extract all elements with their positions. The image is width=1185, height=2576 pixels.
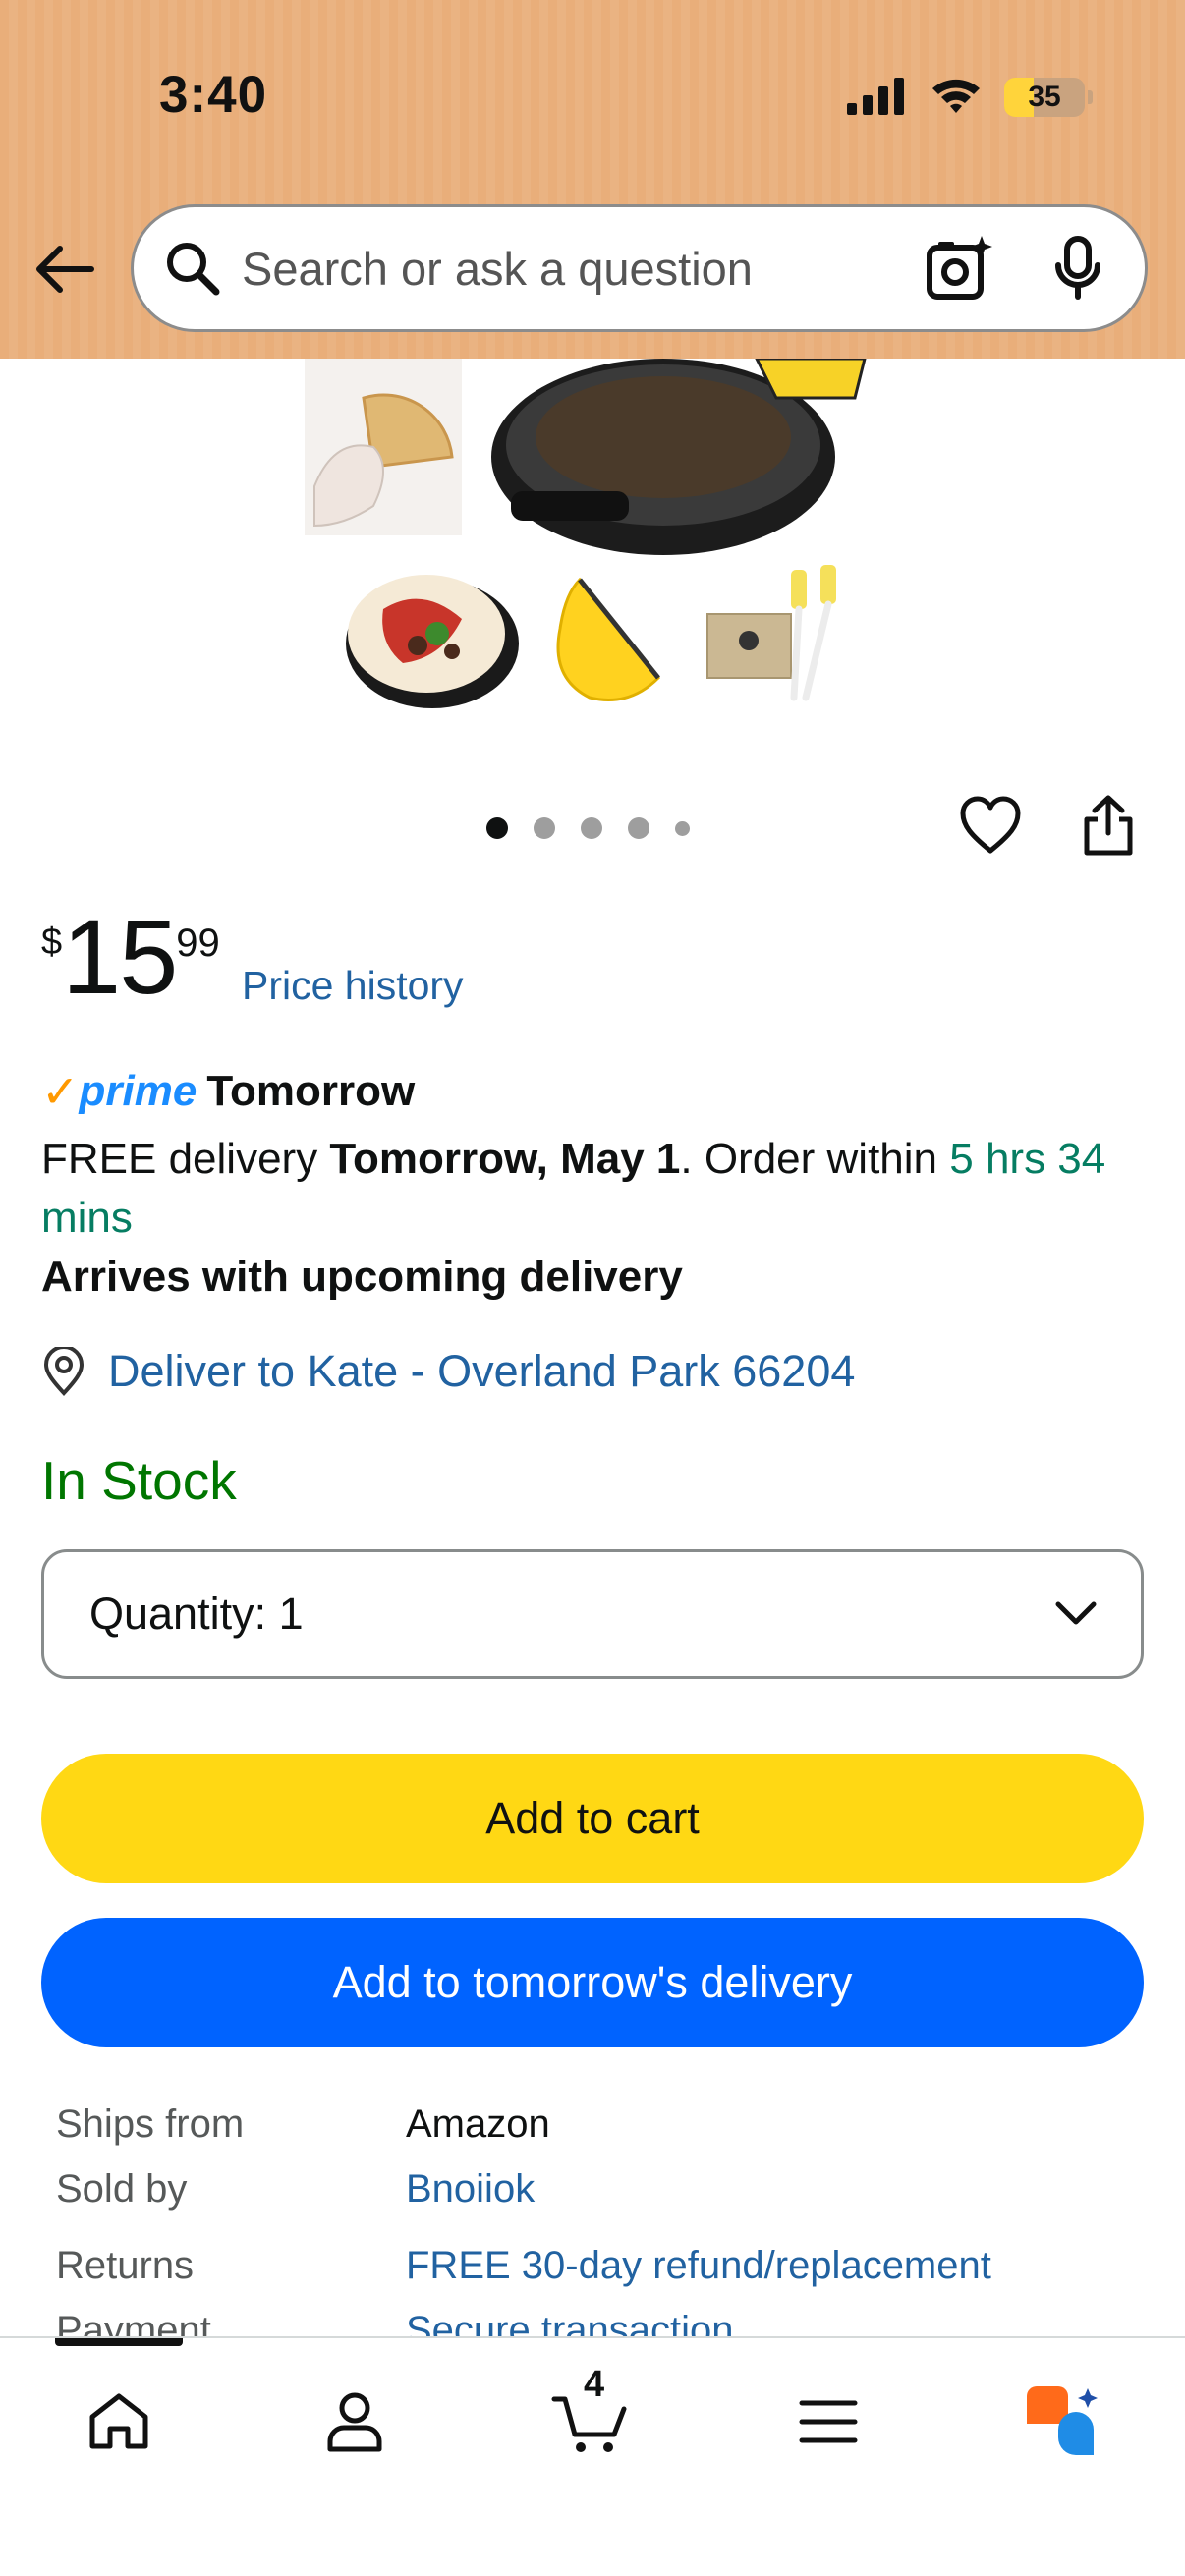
- nav-home[interactable]: [75, 2378, 163, 2466]
- add-to-tomorrow-delivery-button[interactable]: Add to tomorrow's delivery: [41, 1918, 1144, 2047]
- product-details-table: Ships from Amazon Sold by Bnoiiok Return…: [56, 2102, 1137, 2338]
- bottom-navigation: 4: [0, 2336, 1185, 2576]
- wifi-icon: [930, 76, 983, 120]
- active-tab-indicator: [55, 2338, 183, 2346]
- location-pin-icon: [41, 1346, 86, 1397]
- pagination-dot-4[interactable]: [628, 817, 649, 839]
- product-image-tortilla: [346, 575, 519, 708]
- delivery-date: Tomorrow, May 1: [329, 1135, 681, 1183]
- menu-icon: [799, 2400, 858, 2443]
- details-row-returns: Returns FREE 30-day refund/replacement: [56, 2244, 991, 2288]
- deliver-to-text[interactable]: Deliver to Kate - Overland Park 66204: [108, 1346, 855, 1397]
- camera-sparkle-icon[interactable]: [924, 233, 994, 304]
- pagination-dot-1[interactable]: [486, 817, 508, 839]
- product-image-accessories: [706, 565, 836, 701]
- status-icons: 35: [847, 71, 1093, 124]
- search-input[interactable]: Search or ask a question: [242, 242, 924, 296]
- details-key: Ships from: [56, 2102, 245, 2146]
- details-row-payment: Payment Secure transaction: [56, 2309, 734, 2338]
- cart-count-badge: 4: [584, 2364, 605, 2405]
- quantity-select[interactable]: Quantity: 1: [41, 1549, 1144, 1679]
- share-icon: [1084, 795, 1133, 856]
- back-button[interactable]: [29, 234, 100, 305]
- details-key: Sold by: [56, 2167, 188, 2211]
- share-button[interactable]: [1076, 791, 1141, 860]
- heart-icon: [960, 796, 1021, 854]
- add-to-cart-button[interactable]: Add to cart: [41, 1754, 1144, 1883]
- deliver-to-link[interactable]: Deliver to Kate - Overland Park 66204: [41, 1346, 855, 1397]
- pagination-dot-5[interactable]: [675, 820, 690, 836]
- nav-rufus[interactable]: [1018, 2378, 1106, 2466]
- image-pagination[interactable]: [486, 817, 690, 839]
- nav-menu[interactable]: [784, 2378, 873, 2466]
- price-history-link[interactable]: Price history: [242, 963, 464, 1009]
- chevron-down-icon: [1046, 1585, 1105, 1644]
- pagination-dot-3[interactable]: [581, 817, 602, 839]
- rufus-ai-icon: [1027, 2386, 1098, 2455]
- returns-link[interactable]: FREE 30-day refund/replacement: [406, 2244, 991, 2288]
- delivery-prefix: FREE delivery: [41, 1135, 330, 1183]
- microphone-icon[interactable]: [1048, 233, 1107, 304]
- product-image-empanada-hand: [305, 359, 462, 535]
- cellular-signal-icon: [847, 76, 908, 120]
- prime-check-icon: ✓: [41, 1066, 80, 1117]
- price-fraction: 99: [176, 922, 220, 965]
- arrives-note: Arrives with upcoming delivery: [41, 1253, 683, 1301]
- battery-level: 35: [1028, 81, 1061, 113]
- product-image-empanada-maker: [491, 359, 867, 555]
- prime-speed: Tomorrow: [206, 1067, 416, 1115]
- header: 3:40 35 Search or ask a question: [0, 0, 1185, 359]
- payment-link[interactable]: Secure transaction: [406, 2309, 734, 2338]
- details-key: Returns: [56, 2244, 195, 2287]
- details-row-ships-from: Ships from Amazon: [56, 2102, 550, 2147]
- nav-account[interactable]: [310, 2378, 399, 2466]
- home-icon: [89, 2393, 148, 2449]
- pagination-dot-2[interactable]: [534, 817, 555, 839]
- prime-label: prime: [79, 1067, 198, 1115]
- price-whole: 15: [62, 897, 178, 1016]
- product-price: $ 15 99: [41, 904, 220, 1010]
- seller-link[interactable]: Bnoiiok: [406, 2167, 535, 2212]
- search-icon: [163, 239, 222, 298]
- search-bar[interactable]: Search or ask a question: [131, 204, 1148, 332]
- details-row-sold-by: Sold by Bnoiiok: [56, 2167, 535, 2212]
- price-currency: $: [41, 922, 63, 963]
- account-icon: [327, 2392, 382, 2452]
- back-arrow-icon: [36, 246, 94, 293]
- delivery-message: FREE delivery Tomorrow, May 1. Order wit…: [41, 1130, 1142, 1248]
- status-time: 3:40: [159, 66, 268, 124]
- nav-cart[interactable]: 4: [546, 2364, 635, 2466]
- add-to-list-button[interactable]: [956, 791, 1025, 860]
- quantity-label: Quantity: 1: [89, 1589, 304, 1639]
- details-value: Amazon: [406, 2102, 550, 2146]
- battery-icon: 35: [1004, 78, 1093, 117]
- prime-badge: ✓ prime Tomorrow: [41, 1065, 415, 1118]
- product-image-gallery[interactable]: [295, 359, 904, 712]
- stock-status: In Stock: [41, 1450, 237, 1511]
- order-within-prefix: . Order within: [680, 1135, 950, 1183]
- details-key: Payment: [56, 2309, 211, 2338]
- product-image-yellow-mold: [556, 577, 661, 701]
